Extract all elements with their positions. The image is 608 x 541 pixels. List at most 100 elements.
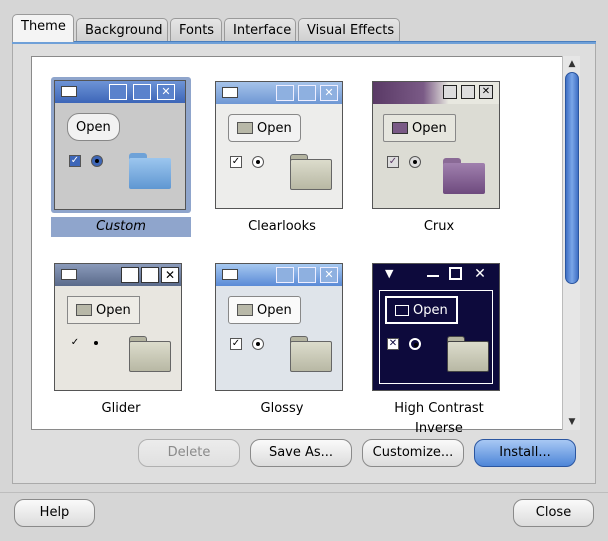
preview-open-button: Open [383,114,456,142]
preview-titlebar: ✕ [55,264,181,286]
close-button[interactable]: Close [513,499,594,527]
folder-icon [290,336,332,372]
theme-preview-high-contrast-inverse: ▼ ✕ Open ✕ [372,263,500,391]
theme-preview-glider: ✕ Open ✓ [54,263,182,391]
theme-preview-custom: ✕ Open ✓ [54,80,186,210]
radio-icon [409,156,421,168]
close-icon: ✕ [474,266,486,282]
theme-item-custom[interactable]: ✕ Open ✓ Custom [51,77,191,237]
maximize-icon [298,267,316,283]
close-icon: ✕ [320,85,338,101]
radio-icon [91,155,103,167]
help-button[interactable]: Help [14,499,95,527]
preview-titlebar: ✕ [55,81,185,103]
close-icon: ✕ [161,267,179,283]
radio-icon [252,156,264,168]
minimize-icon [109,84,127,100]
tab-interface[interactable]: Interface [224,18,296,42]
close-icon: ✕ [157,84,175,100]
checkbox-icon: ✓ [230,156,242,168]
folder-icon [129,153,171,189]
tab-fonts[interactable]: Fonts [170,18,222,42]
theme-thumbnail-frame: ✕ Open ✓ [369,77,509,213]
folder-icon [392,122,408,134]
checkbox-icon: ✓ [70,337,80,348]
checkbox-icon: ✓ [230,338,242,350]
maximize-icon [461,85,475,99]
theme-item-clearlooks[interactable]: ✕ Open ✓ Clearlooks [212,77,352,237]
menu-arrow-icon: ▼ [385,267,394,280]
theme-label: Clearlooks [248,219,316,234]
radio-icon [409,338,421,350]
theme-item-glossy[interactable]: ✕ Open ✓ Glossy [212,259,352,419]
close-icon: ✕ [320,267,338,283]
scroll-thumb[interactable] [565,72,579,284]
maximize-icon [449,267,462,280]
window-icon [61,86,77,97]
window-icon [222,269,238,280]
preview-open-button: Open [228,114,301,142]
window-icon [61,269,77,280]
theme-thumbnail-frame: ✕ Open ✓ [212,77,352,213]
maximize-icon [298,85,316,101]
scroll-down-icon[interactable]: ▼ [563,414,581,430]
folder-icon [237,304,253,316]
preview-titlebar: ✕ [216,264,342,286]
theme-thumbnail-frame: ✕ Open ✓ [51,259,191,395]
footer-separator [0,492,608,493]
preview-open-button: Open [385,296,458,324]
theme-list-scrollbar[interactable]: ▲ ▼ [562,56,580,430]
delete-button[interactable]: Delete [138,439,240,467]
checkbox-icon: ✓ [387,156,399,168]
checkbox-icon: ✕ [387,338,399,350]
theme-thumbnail-frame: ▼ ✕ Open ✕ [369,259,509,395]
maximize-icon [133,84,151,100]
preview-titlebar: ✕ [216,82,342,104]
minimize-icon [276,85,294,101]
minimize-icon [443,85,457,99]
radio-icon [252,338,264,350]
checkbox-icon: ✓ [69,155,81,167]
minimize-icon [427,267,439,277]
preview-open-button: Open [67,113,120,141]
install-button[interactable]: Install... [474,439,576,467]
theme-label: Glossy [260,401,304,416]
theme-label: Custom [51,217,191,237]
preview-open-button: Open [228,296,301,324]
folder-icon [237,122,253,134]
theme-thumbnail-frame: ✕ Open ✓ [51,77,191,213]
theme-label: High Contrast Inverse [394,401,484,436]
folder-icon [447,336,489,372]
minimize-icon [121,267,139,283]
maximize-icon [141,267,159,283]
preview-open-label: Open [257,302,292,318]
tab-theme[interactable]: Theme [12,14,74,42]
folder-icon [395,304,409,316]
tab-bar: Theme Background Fonts Interface Visual … [12,14,596,42]
preview-open-label: Open [412,120,447,136]
tab-background[interactable]: Background [76,18,168,42]
theme-list[interactable]: ✕ Open ✓ Custom ✕ Open ✓ Clearlooks ✕ Op… [31,56,580,436]
theme-item-glider[interactable]: ✕ Open ✓ Glider [51,259,191,419]
radio-icon [91,338,103,350]
save-as-button[interactable]: Save As... [250,439,352,467]
theme-preview-crux: ✕ Open ✓ [372,81,500,209]
theme-item-high-contrast-inverse[interactable]: ▼ ✕ Open ✕ High Contrast Inverse [369,259,509,436]
window-icon [222,87,238,98]
theme-item-crux[interactable]: ✕ Open ✓ Crux [369,77,509,237]
theme-thumbnail-frame: ✕ Open ✓ [212,259,352,395]
preview-open-label: Open [96,302,131,318]
folder-icon [290,154,332,190]
customize-button[interactable]: Customize... [362,439,464,467]
theme-preview-glossy: ✕ Open ✓ [215,263,343,391]
theme-preview-clearlooks: ✕ Open ✓ [215,81,343,209]
preview-open-label: Open [76,119,111,135]
theme-label: Crux [423,219,455,234]
preview-titlebar: ▼ ✕ [373,264,499,286]
theme-label: Glider [101,401,141,416]
close-icon: ✕ [479,85,493,99]
minimize-icon [276,267,294,283]
tab-visual-effects[interactable]: Visual Effects [298,18,400,42]
scroll-up-icon[interactable]: ▲ [563,56,581,72]
folder-icon [129,336,171,372]
